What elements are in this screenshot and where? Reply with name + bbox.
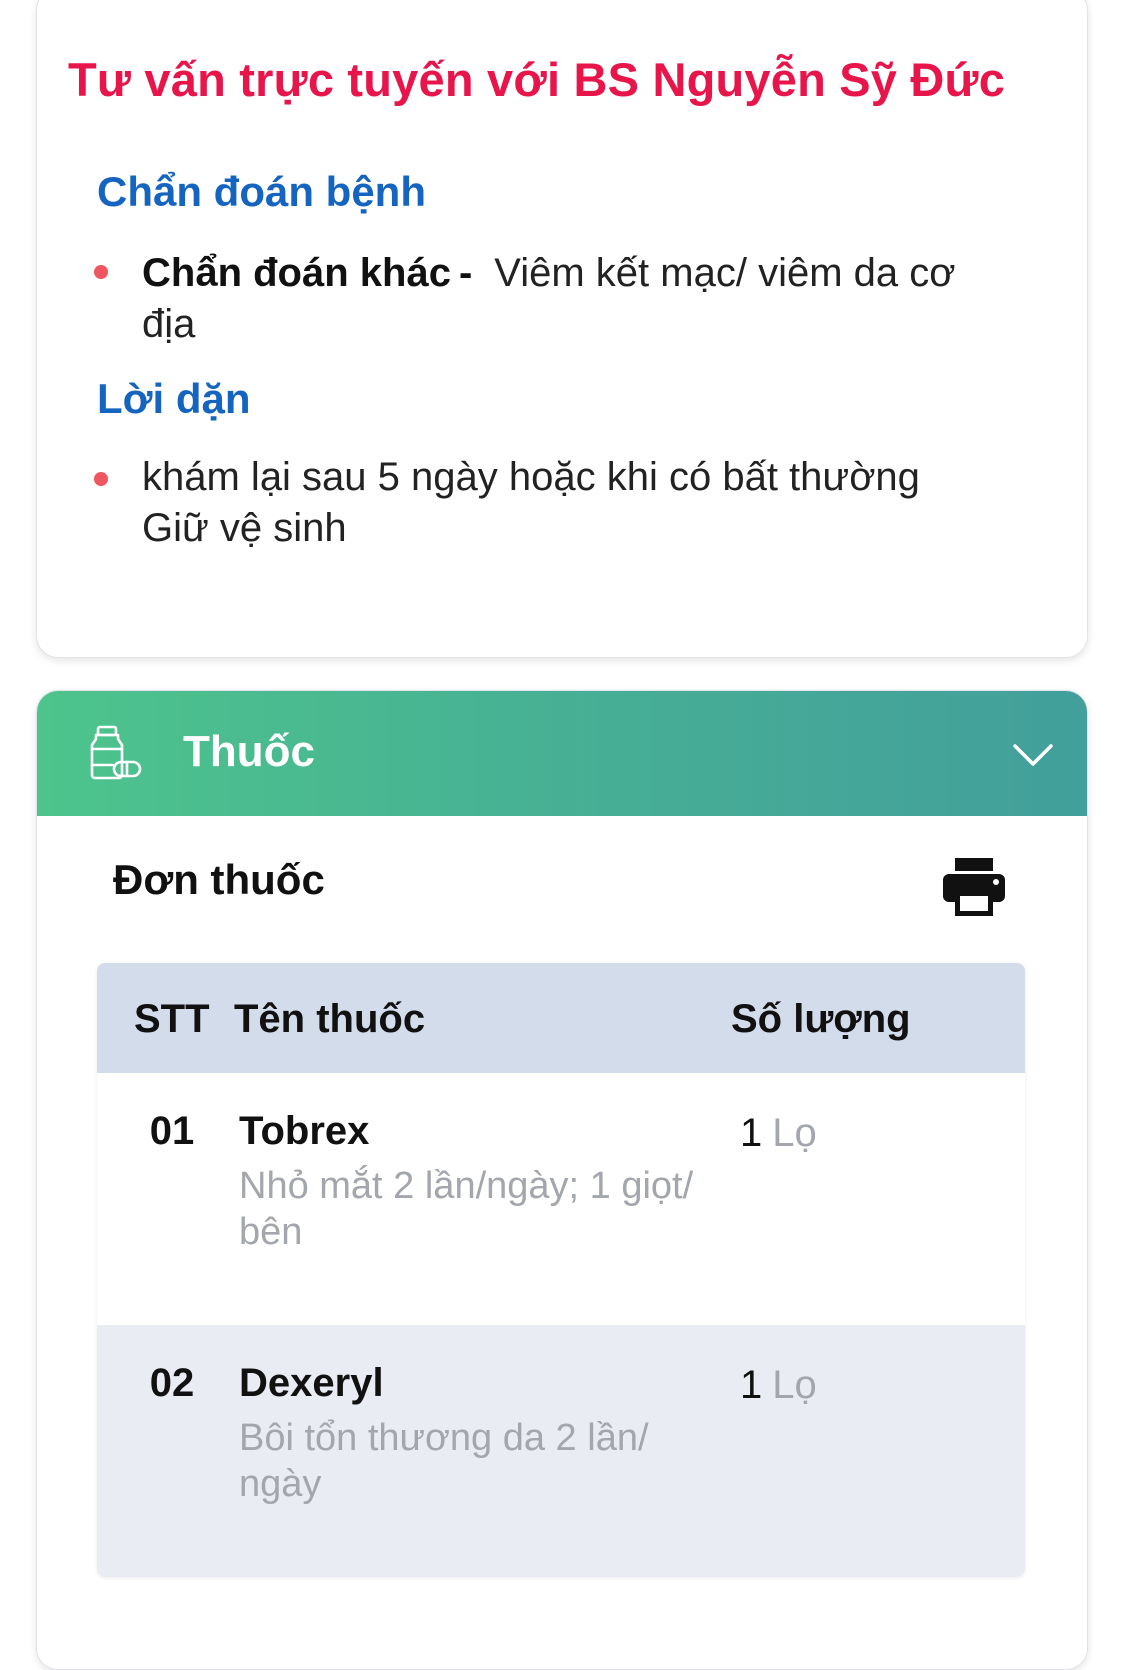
diagnosis-item: Chẩn đoán khác - Viêm kết mạc/ viêm da cơ … bbox=[142, 248, 1042, 350]
diagnosis-label: Chẩn đoán khác bbox=[142, 251, 451, 295]
row-stt: 01 bbox=[149, 1109, 195, 1153]
consultation-title: Tư vấn trực tuyến với BS Nguyễn Sỹ Đức bbox=[68, 53, 1006, 106]
usage-line-1: Nhỏ mắt 2 lần/ngày; 1 giọt/ bbox=[239, 1165, 694, 1207]
quantity-unit: Lọ bbox=[772, 1111, 817, 1155]
row-stt: 02 bbox=[149, 1361, 195, 1405]
column-header-quantity: Số lượng bbox=[731, 997, 911, 1041]
prescription-title: Đơn thuốc bbox=[113, 856, 325, 903]
usage-line-2: ngày bbox=[239, 1463, 322, 1505]
advice-line-2: Giữ vệ sinh bbox=[142, 506, 347, 550]
quantity-number: 1 bbox=[740, 1363, 763, 1407]
printer-icon[interactable] bbox=[941, 856, 1007, 918]
medicine-quantity: 1 Lọ bbox=[740, 1111, 817, 1156]
usage-line-2: bên bbox=[239, 1211, 303, 1253]
quantity-number: 1 bbox=[740, 1111, 763, 1155]
diagnosis-separator: - bbox=[458, 251, 473, 295]
table-row: 01 Tobrex Nhỏ mắt 2 lần/ngày; 1 giọt/ bê… bbox=[97, 1073, 1025, 1325]
medicine-name: Tobrex bbox=[239, 1109, 370, 1153]
usage-line-1: Bôi tổn thương da 2 lần/ bbox=[239, 1417, 649, 1459]
chevron-down-icon[interactable] bbox=[1011, 733, 1055, 777]
medicine-usage: Bôi tổn thương da 2 lần/ ngày bbox=[239, 1415, 739, 1507]
column-header-stt: STT bbox=[134, 997, 210, 1041]
advice-bullet bbox=[94, 472, 108, 486]
diagnosis-value: Viêm kết mạc/ viêm da cơ bbox=[494, 251, 956, 295]
advice-line-1: khám lại sau 5 ngày hoặc khi có bất thườ… bbox=[142, 455, 920, 499]
quantity-unit: Lọ bbox=[772, 1363, 817, 1407]
medicine-section-header[interactable]: Thuốc bbox=[37, 691, 1087, 816]
advice-item: khám lại sau 5 ngày hoặc khi có bất thườ… bbox=[142, 452, 1042, 554]
medicine-bottle-pill-icon bbox=[90, 725, 142, 780]
table-row: 02 Dexeryl Bôi tổn thương da 2 lần/ ngày… bbox=[97, 1325, 1025, 1577]
table-header: STT Tên thuốc Số lượng bbox=[97, 963, 1025, 1073]
diagnosis-value-continued: địa bbox=[142, 302, 196, 346]
medicine-card: Thuốc Đơn thuốc STT Tên thuốc Số lượng 0… bbox=[36, 690, 1088, 1670]
medicine-quantity: 1 Lọ bbox=[740, 1363, 817, 1408]
column-header-name: Tên thuốc bbox=[234, 997, 426, 1041]
medicine-name: Dexeryl bbox=[239, 1361, 384, 1405]
prescription-table: STT Tên thuốc Số lượng 01 Tobrex Nhỏ mắt… bbox=[97, 963, 1025, 1577]
medicine-section-title: Thuốc bbox=[183, 727, 315, 776]
diagnosis-bullet bbox=[94, 265, 108, 279]
medicine-usage: Nhỏ mắt 2 lần/ngày; 1 giọt/ bên bbox=[239, 1163, 739, 1255]
diagnosis-heading: Chẩn đoán bệnh bbox=[97, 168, 426, 215]
advice-heading: Lời dặn bbox=[97, 375, 251, 422]
